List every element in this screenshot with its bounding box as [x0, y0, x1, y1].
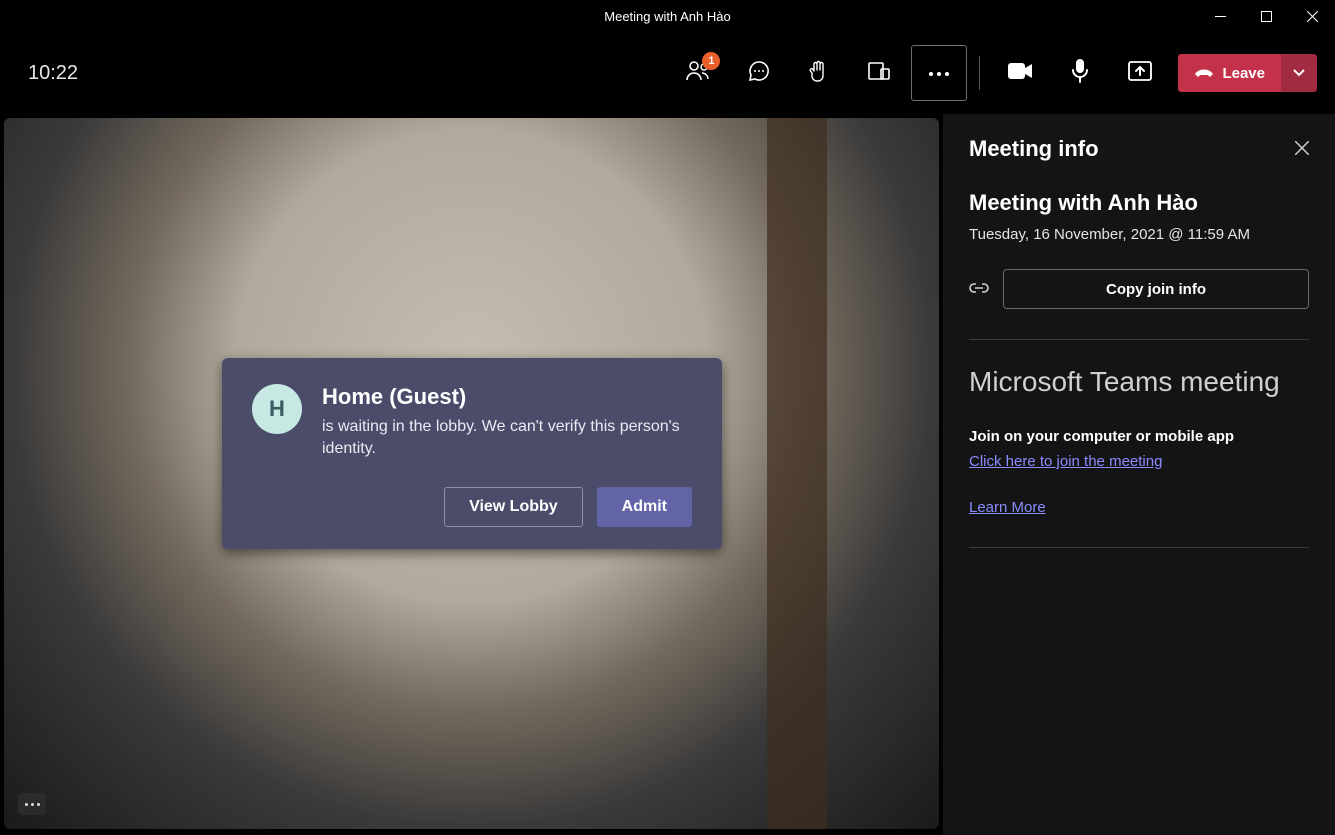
share-screen-button[interactable] [1112, 45, 1168, 101]
rooms-button[interactable] [851, 45, 907, 101]
minimize-button[interactable] [1197, 0, 1243, 32]
lobby-notification: H Home (Guest) is waiting in the lobby. … [222, 358, 722, 549]
lobby-participant-name: Home (Guest) [322, 384, 682, 410]
lobby-avatar: H [252, 384, 302, 434]
share-icon [1128, 61, 1152, 86]
video-stage: H Home (Guest) is waiting in the lobby. … [4, 118, 939, 829]
link-icon [969, 280, 989, 298]
raise-hand-button[interactable] [791, 45, 847, 101]
panel-close-button[interactable] [1295, 139, 1309, 160]
hangup-icon [1194, 65, 1214, 82]
camera-icon [1007, 62, 1033, 85]
join-meeting-link[interactable]: Click here to join the meeting [969, 453, 1162, 470]
join-instruction-label: Join on your computer or mobile app [969, 428, 1309, 445]
leave-button[interactable]: Leave [1178, 54, 1281, 92]
titlebar: Meeting with Anh Hào [0, 0, 1335, 32]
leave-label: Leave [1222, 65, 1265, 82]
main-area: H Home (Guest) is waiting in the lobby. … [0, 114, 1335, 835]
copy-join-info-button[interactable]: Copy join info [1003, 269, 1309, 309]
maximize-button[interactable] [1243, 0, 1289, 32]
toolbar-divider [979, 56, 980, 90]
more-actions-button[interactable] [911, 45, 967, 101]
learn-more-link[interactable]: Learn More [969, 499, 1046, 516]
panel-divider [969, 339, 1309, 340]
leave-dropdown-button[interactable] [1281, 54, 1317, 92]
rooms-icon [867, 60, 891, 87]
ms-teams-heading: Microsoft Teams meeting [969, 366, 1309, 398]
view-lobby-button[interactable]: View Lobby [444, 487, 583, 527]
mic-icon [1071, 58, 1089, 89]
meeting-toolbar: 10:22 1 [0, 32, 1335, 114]
chat-icon [747, 59, 771, 88]
participants-button[interactable]: 1 [671, 45, 727, 101]
window-title: Meeting with Anh Hào [604, 9, 730, 24]
more-icon [928, 64, 950, 82]
participants-badge: 1 [702, 52, 720, 70]
chevron-down-icon [1293, 64, 1305, 82]
camera-toggle-button[interactable] [992, 45, 1048, 101]
lobby-message: is waiting in the lobby. We can't verify… [322, 416, 682, 461]
meeting-info-panel: Meeting info Meeting with Anh Hào Tuesda… [943, 114, 1335, 835]
window-controls [1197, 0, 1335, 32]
panel-divider-2 [969, 547, 1309, 548]
admit-button[interactable]: Admit [597, 487, 692, 527]
close-window-button[interactable] [1289, 0, 1335, 32]
video-more-button[interactable] [18, 793, 46, 815]
chat-button[interactable] [731, 45, 787, 101]
meeting-datetime: Tuesday, 16 November, 2021 @ 11:59 AM [969, 226, 1309, 243]
close-icon [1295, 139, 1309, 159]
raise-hand-icon [807, 59, 831, 88]
meeting-duration: 10:22 [28, 62, 78, 85]
meeting-title: Meeting with Anh Hào [969, 190, 1309, 216]
leave-button-group: Leave [1178, 54, 1317, 92]
mic-toggle-button[interactable] [1052, 45, 1108, 101]
panel-heading: Meeting info [969, 136, 1099, 162]
